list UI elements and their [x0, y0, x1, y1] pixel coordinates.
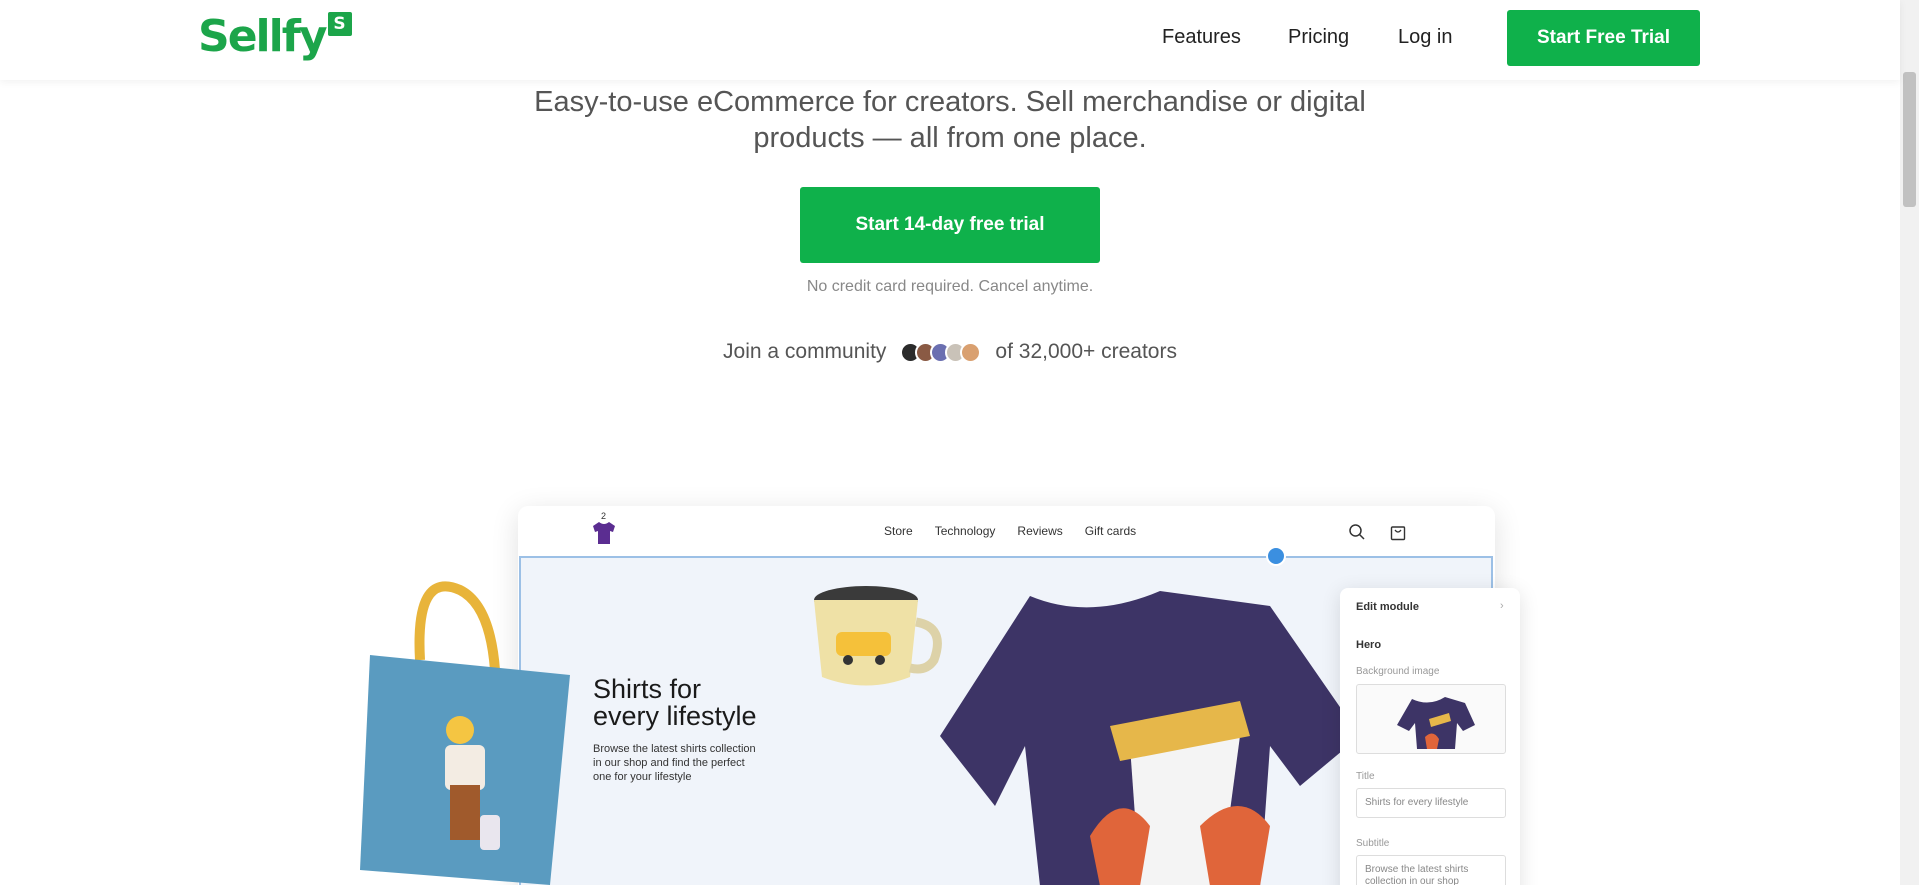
subtitle-field[interactable]: Browse the latest shirts collection in o…: [1356, 855, 1506, 885]
mockup-hero-title-line: Shirts for: [593, 674, 702, 704]
mockup-nav-links: Store Technology Reviews Gift cards: [884, 506, 1136, 556]
background-image-thumbnail[interactable]: [1356, 684, 1506, 754]
edit-pencil-icon[interactable]: [1266, 546, 1286, 566]
mockup-link-reviews[interactable]: Reviews: [1017, 524, 1062, 538]
start-free-trial-button[interactable]: Start Free Trial: [1507, 10, 1700, 66]
title-field[interactable]: Shirts for every lifestyle: [1356, 788, 1506, 818]
community-line: Join a community of 32,000+ creators: [600, 340, 1300, 364]
page-scrollbar[interactable]: [1900, 0, 1919, 885]
nav-features-link[interactable]: Features: [1162, 26, 1241, 49]
background-image-label: Background image: [1356, 666, 1440, 677]
avatar: [960, 341, 982, 363]
mockup-hero-title: Shirts for every lifestyle: [593, 676, 757, 730]
mockup-link-gift-cards[interactable]: Gift cards: [1085, 524, 1136, 538]
mug-image: [806, 582, 946, 707]
scrollbar-thumb[interactable]: [1903, 72, 1916, 207]
section-label-hero: Hero: [1356, 639, 1382, 651]
cart-count: 2: [601, 511, 607, 521]
nav-item-login: Log in: [1398, 0, 1453, 75]
logo-badge: S: [327, 12, 352, 36]
tshirt-logo-icon: [590, 519, 618, 550]
subtitle-field-label: Subtitle: [1356, 838, 1390, 849]
mockup-hero-subtitle: Browse the latest shirts collection in o…: [593, 743, 756, 783]
chevron-right-icon[interactable]: ›: [1500, 600, 1504, 612]
nav-login-link[interactable]: Log in: [1398, 26, 1453, 49]
edit-module-panel: Edit module › Hero Background image Titl…: [1340, 588, 1520, 885]
no-credit-card-note: No credit card required. Cancel anytime.: [806, 278, 1094, 295]
start-14-day-trial-button[interactable]: Start 14-day free trial: [800, 187, 1100, 263]
community-prefix: Join a community: [723, 340, 887, 363]
edit-module-title: Edit module: [1356, 601, 1419, 613]
mockup-navbar: 2 Store Technology Reviews Gift cards: [518, 506, 1495, 556]
hero-tagline: Easy-to-use eCommerce for creators. Sell…: [534, 86, 1366, 154]
logo-wordmark: Sellfy: [198, 11, 328, 62]
sellfy-logo[interactable]: Sellfy S: [198, 11, 352, 62]
tshirt-image: [940, 586, 1360, 885]
mockup-hero-title-line: every lifestyle: [593, 701, 757, 731]
search-icon[interactable]: [1348, 523, 1366, 546]
creator-avatars: [900, 341, 982, 363]
cart-icon[interactable]: [1390, 523, 1406, 546]
tote-bag-image: [360, 580, 575, 885]
mockup-link-technology[interactable]: Technology: [935, 524, 996, 538]
nav-pricing-link[interactable]: Pricing: [1288, 26, 1349, 49]
title-field-label: Title: [1356, 771, 1375, 782]
nav-item-pricing: Pricing: [1288, 0, 1349, 75]
mockup-link-store[interactable]: Store: [884, 524, 913, 538]
community-suffix: of 32,000+ creators: [995, 340, 1177, 363]
site-header: Sellfy S Features Pricing Log in Start F…: [0, 0, 1900, 80]
nav-item-features: Features: [1162, 0, 1241, 75]
